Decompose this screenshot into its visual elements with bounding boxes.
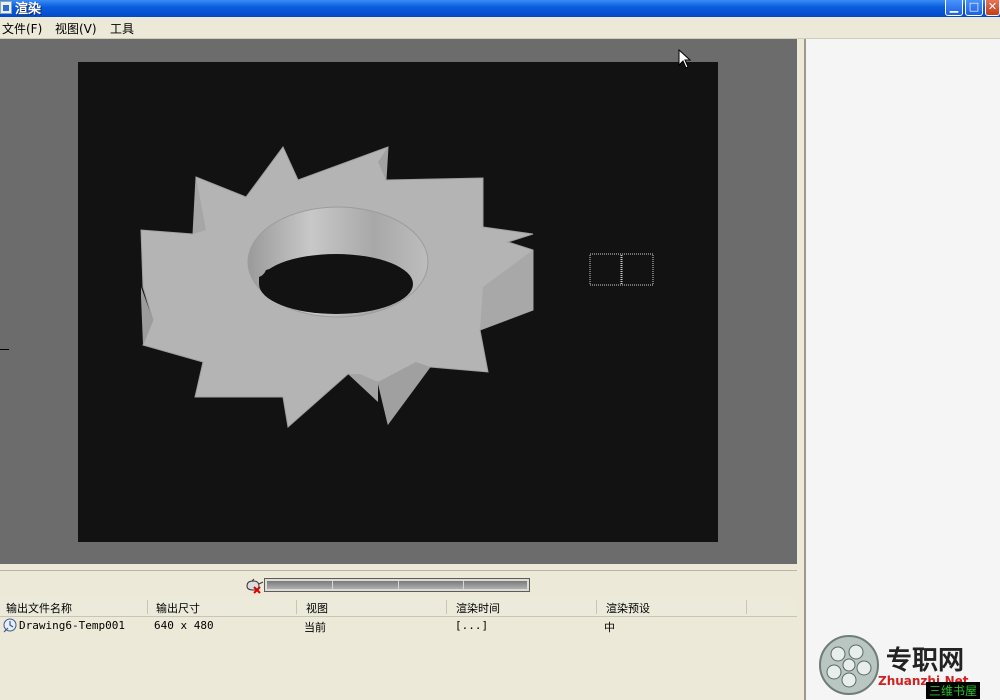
progress-tick bbox=[463, 581, 464, 589]
cell-output-size: 640 x 480 bbox=[154, 619, 214, 632]
right-panel bbox=[804, 39, 1000, 700]
menu-file[interactable]: 文件(F) bbox=[2, 20, 42, 37]
column-header-preset[interactable]: 渲染预设 bbox=[606, 600, 650, 616]
progress-track bbox=[267, 581, 527, 589]
column-header-size[interactable]: 输出尺寸 bbox=[156, 600, 200, 616]
progress-area bbox=[0, 570, 797, 598]
column-header-view[interactable]: 视图 bbox=[306, 600, 328, 616]
cell-file-name: Drawing6-Temp001 bbox=[19, 619, 125, 632]
menu-tools[interactable]: 工具 bbox=[110, 20, 134, 37]
viewport-marker bbox=[0, 349, 9, 350]
column-header-file[interactable]: 输出文件名称 bbox=[6, 600, 72, 616]
render-progress-bar bbox=[264, 578, 530, 592]
column-divider[interactable] bbox=[596, 600, 597, 614]
panel-splitter[interactable] bbox=[797, 39, 804, 700]
watermark-logo-icon bbox=[819, 635, 879, 695]
progress-tick bbox=[332, 581, 333, 589]
render-teapot-icon[interactable] bbox=[244, 578, 264, 594]
window-title: 渲染 bbox=[15, 2, 42, 17]
app-icon bbox=[0, 1, 12, 14]
column-header-time[interactable]: 渲染时间 bbox=[456, 600, 500, 616]
minimize-icon: ▁ bbox=[949, 0, 959, 13]
menu-view[interactable]: 视图(V) bbox=[55, 20, 97, 37]
close-icon: ✕ bbox=[987, 0, 998, 13]
progress-tick bbox=[398, 581, 399, 589]
maximize-icon: □ bbox=[968, 0, 980, 13]
table-header: 输出文件名称 输出尺寸 视图 渲染时间 渲染预设 bbox=[0, 598, 797, 617]
column-divider[interactable] bbox=[446, 600, 447, 614]
mouse-cursor-icon bbox=[678, 49, 692, 69]
maximize-button[interactable]: □ bbox=[965, 0, 983, 16]
menu-bar: 文件(F) 视图(V) 工具 bbox=[0, 17, 1000, 39]
render-viewport[interactable] bbox=[0, 39, 797, 564]
watermark-tag: 三维书屋 bbox=[926, 682, 981, 699]
cell-render-time: [...] bbox=[455, 619, 489, 632]
column-divider[interactable] bbox=[296, 600, 297, 614]
watermark: 专职网 Zhuanzhi.Net 三维书屋 bbox=[818, 630, 1000, 700]
cell-view: 当前 bbox=[304, 621, 326, 634]
rendered-gear-image bbox=[140, 146, 654, 428]
close-button[interactable]: ✕ bbox=[985, 0, 1000, 16]
column-divider[interactable] bbox=[147, 600, 148, 614]
minimize-button[interactable]: ▁ bbox=[945, 0, 963, 16]
watermark-title: 专职网 bbox=[886, 646, 965, 676]
cell-render-preset: 中 bbox=[604, 621, 615, 634]
title-bar: 渲染 ▁ □ ✕ bbox=[0, 0, 1000, 17]
table-row[interactable]: Drawing6-Temp001 640 x 480 当前 [...] 中 bbox=[0, 617, 797, 634]
render-entry-icon bbox=[3, 618, 17, 633]
column-divider[interactable] bbox=[746, 600, 747, 614]
render-canvas[interactable] bbox=[78, 62, 718, 542]
render-history-table: 输出文件名称 输出尺寸 视图 渲染时间 渲染预设 Drawing6-Temp00… bbox=[0, 598, 797, 700]
